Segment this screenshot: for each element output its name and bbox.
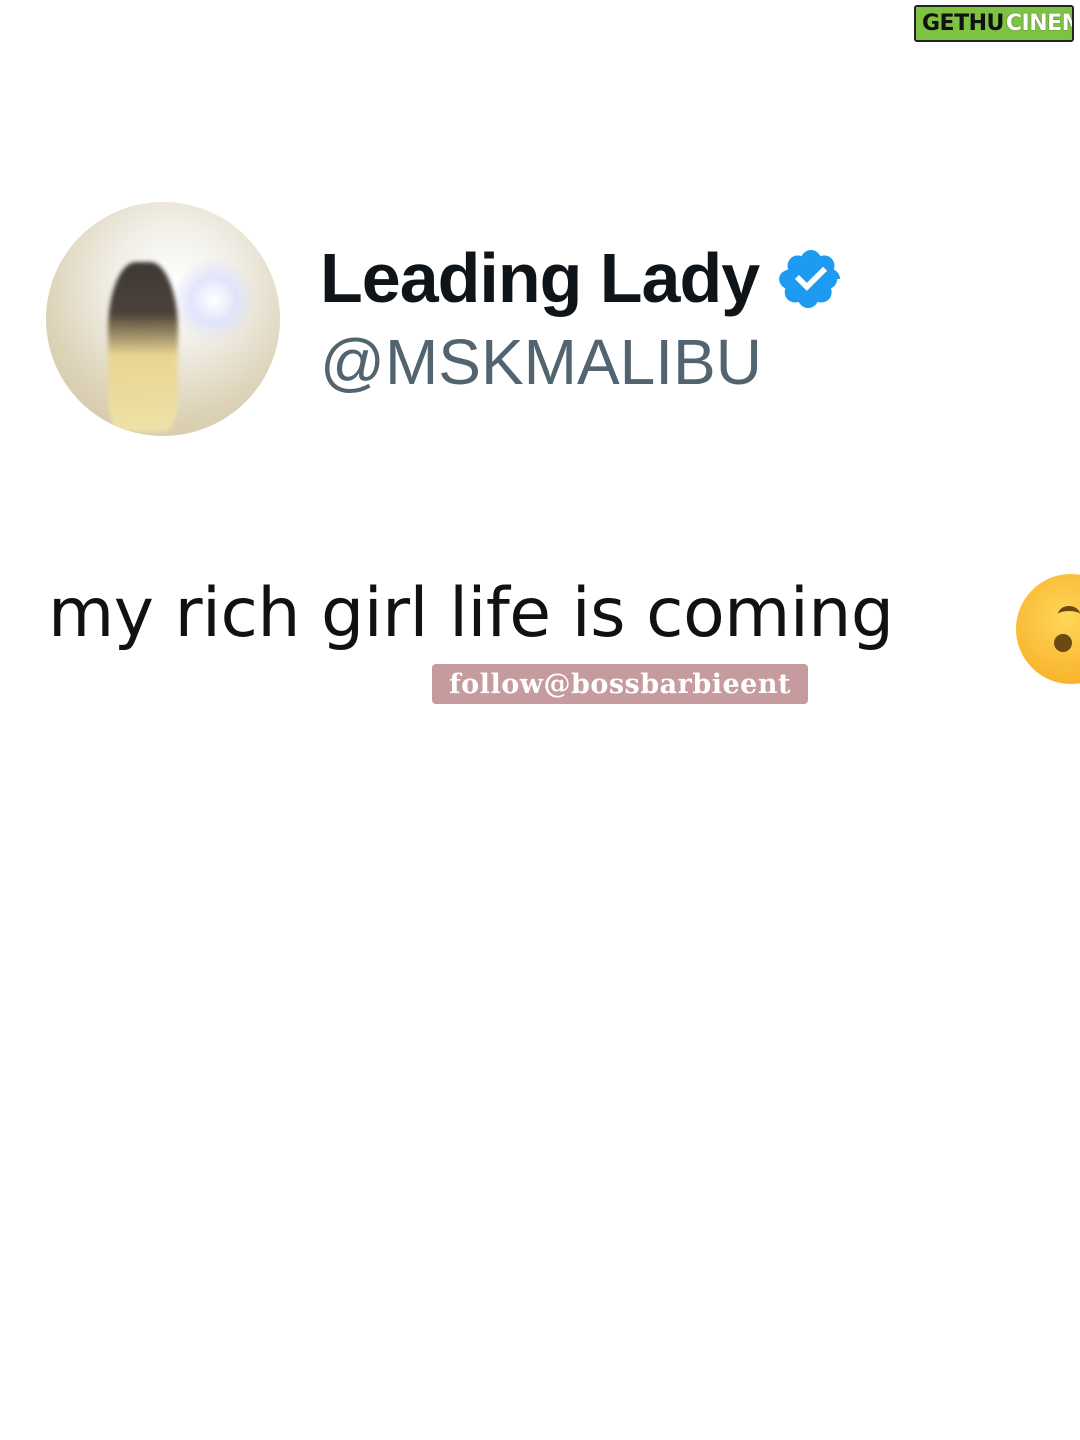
display-name[interactable]: Leading Lady: [320, 240, 760, 317]
watermark-part-1: GETHU: [916, 6, 1006, 40]
emoji-mouth: [1054, 634, 1072, 652]
face-with-hand-over-mouth-emoji-icon: [1016, 574, 1080, 684]
watermark-logo: GETHUCINEMA: [914, 4, 1074, 42]
watermark-part-2: CINEMA: [1005, 6, 1072, 40]
avatar-light-glow: [174, 260, 254, 340]
tweet-text: my rich girl life is coming: [48, 574, 894, 653]
profile-avatar[interactable]: [46, 202, 280, 436]
follow-watermark-tag: follow@bossbarbieent: [432, 664, 808, 704]
emoji-eye: [1058, 606, 1080, 623]
verified-badge-icon: [779, 249, 841, 308]
gethu-cinema-watermark: GETHUCINEMA: [914, 0, 1080, 46]
user-handle[interactable]: @MSKMALIBU: [320, 327, 845, 398]
display-name-row: Leading Lady: [320, 240, 845, 317]
user-names: Leading Lady @MSKMALIBU: [320, 240, 845, 398]
tweet-header: Leading Lady @MSKMALIBU: [46, 202, 845, 436]
avatar-figure: [108, 262, 178, 432]
